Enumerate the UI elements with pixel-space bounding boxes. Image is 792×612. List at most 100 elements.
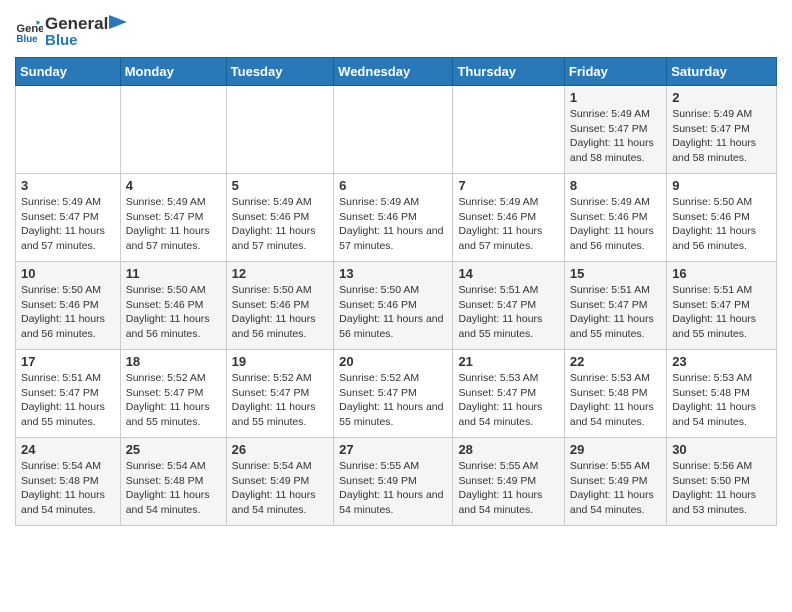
day-number: 3	[21, 178, 115, 193]
day-info: Sunrise: 5:56 AMSunset: 5:50 PMDaylight:…	[672, 459, 771, 518]
day-number: 23	[672, 354, 771, 369]
calendar-cell: 28 Sunrise: 5:55 AMSunset: 5:49 PMDayligh…	[453, 438, 564, 526]
day-info: Sunrise: 5:49 AMSunset: 5:47 PMDaylight:…	[672, 107, 771, 166]
day-number: 24	[21, 442, 115, 457]
day-info: Sunrise: 5:49 AMSunset: 5:46 PMDaylight:…	[458, 195, 558, 254]
calendar-cell: 6 Sunrise: 5:49 AMSunset: 5:46 PMDaylight…	[334, 174, 453, 262]
day-info: Sunrise: 5:53 AMSunset: 5:48 PMDaylight:…	[570, 371, 661, 430]
column-header-monday: Monday	[120, 58, 226, 86]
day-info: Sunrise: 5:54 AMSunset: 5:48 PMDaylight:…	[126, 459, 221, 518]
day-number: 2	[672, 90, 771, 105]
calendar-cell: 24 Sunrise: 5:54 AMSunset: 5:48 PMDayligh…	[16, 438, 121, 526]
calendar-cell: 3 Sunrise: 5:49 AMSunset: 5:47 PMDaylight…	[16, 174, 121, 262]
calendar-cell	[16, 86, 121, 174]
day-info: Sunrise: 5:55 AMSunset: 5:49 PMDaylight:…	[570, 459, 661, 518]
calendar-cell	[453, 86, 564, 174]
day-number: 27	[339, 442, 447, 457]
logo-general: General	[45, 14, 108, 34]
calendar-cell: 19Sunrise: 5:52 AMSunset: 5:47 PMDayligh…	[226, 350, 334, 438]
page-header: General Blue General Blue	[15, 10, 777, 49]
day-info: Sunrise: 5:55 AMSunset: 5:49 PMDaylight:…	[458, 459, 558, 518]
calendar-week-row: 17 Sunrise: 5:51 AMSunset: 5:47 PMDayligh…	[16, 350, 777, 438]
calendar-cell: 15Sunrise: 5:51 AMSunset: 5:47 PMDayligh…	[564, 262, 666, 350]
day-number: 12	[232, 266, 329, 281]
day-info: Sunrise: 5:49 AMSunset: 5:47 PMDaylight:…	[21, 195, 115, 254]
calendar-cell	[226, 86, 334, 174]
calendar-cell: 4 Sunrise: 5:49 AMSunset: 5:47 PMDaylight…	[120, 174, 226, 262]
calendar-cell: 12 Sunrise: 5:50 AMSunset: 5:46 PMDayligh…	[226, 262, 334, 350]
calendar-cell: 23 Sunrise: 5:53 AMSunset: 5:48 PMDayligh…	[667, 350, 777, 438]
day-number: 21	[458, 354, 558, 369]
day-info: Sunrise: 5:54 AMSunset: 5:49 PMDaylight:…	[232, 459, 329, 518]
day-number: 6	[339, 178, 447, 193]
day-number: 1	[570, 90, 661, 105]
day-number: 13	[339, 266, 447, 281]
day-number: 5	[232, 178, 329, 193]
day-number: 8	[570, 178, 661, 193]
day-info: Sunrise: 5:52 AMSunset: 5:47 PMDaylight:…	[339, 371, 447, 430]
calendar-cell: 26 Sunrise: 5:54 AMSunset: 5:49 PMDayligh…	[226, 438, 334, 526]
logo-icon: General Blue	[15, 18, 43, 46]
day-info: Sunrise: 5:50 AMSunset: 5:46 PMDaylight:…	[126, 283, 221, 342]
day-number: 26	[232, 442, 329, 457]
calendar-cell	[120, 86, 226, 174]
day-number: 30	[672, 442, 771, 457]
day-info: Sunrise: 5:49 AMSunset: 5:46 PMDaylight:…	[232, 195, 329, 254]
calendar-cell: 5 Sunrise: 5:49 AMSunset: 5:46 PMDaylight…	[226, 174, 334, 262]
day-number: 16	[672, 266, 771, 281]
calendar-cell	[334, 86, 453, 174]
calendar-cell: 16 Sunrise: 5:51 AMSunset: 5:47 PMDayligh…	[667, 262, 777, 350]
day-info: Sunrise: 5:49 AMSunset: 5:47 PMDaylight:…	[126, 195, 221, 254]
day-info: Sunrise: 5:51 AMSunset: 5:47 PMDaylight:…	[570, 283, 661, 342]
calendar-cell: 11 Sunrise: 5:50 AMSunset: 5:46 PMDayligh…	[120, 262, 226, 350]
day-number: 11	[126, 266, 221, 281]
column-header-thursday: Thursday	[453, 58, 564, 86]
calendar-cell: 30 Sunrise: 5:56 AMSunset: 5:50 PMDayligh…	[667, 438, 777, 526]
calendar-cell: 8Sunrise: 5:49 AMSunset: 5:46 PMDaylight…	[564, 174, 666, 262]
logo-arrow-icon	[109, 15, 127, 29]
calendar-week-row: 1 Sunrise: 5:49 AMSunset: 5:47 PMDaylight…	[16, 86, 777, 174]
day-number: 18	[126, 354, 221, 369]
calendar-cell: 9 Sunrise: 5:50 AMSunset: 5:46 PMDaylight…	[667, 174, 777, 262]
calendar-cell: 29Sunrise: 5:55 AMSunset: 5:49 PMDayligh…	[564, 438, 666, 526]
column-header-friday: Friday	[564, 58, 666, 86]
calendar-cell: 25Sunrise: 5:54 AMSunset: 5:48 PMDayligh…	[120, 438, 226, 526]
calendar-cell: 27 Sunrise: 5:55 AMSunset: 5:49 PMDayligh…	[334, 438, 453, 526]
day-number: 10	[21, 266, 115, 281]
day-number: 22	[570, 354, 661, 369]
day-info: Sunrise: 5:50 AMSunset: 5:46 PMDaylight:…	[21, 283, 115, 342]
day-info: Sunrise: 5:53 AMSunset: 5:47 PMDaylight:…	[458, 371, 558, 430]
calendar-week-row: 24 Sunrise: 5:54 AMSunset: 5:48 PMDayligh…	[16, 438, 777, 526]
day-info: Sunrise: 5:53 AMSunset: 5:48 PMDaylight:…	[672, 371, 771, 430]
day-info: Sunrise: 5:50 AMSunset: 5:46 PMDaylight:…	[232, 283, 329, 342]
day-info: Sunrise: 5:52 AMSunset: 5:47 PMDaylight:…	[126, 371, 221, 430]
day-info: Sunrise: 5:52 AMSunset: 5:47 PMDaylight:…	[232, 371, 329, 430]
calendar-cell: 21 Sunrise: 5:53 AMSunset: 5:47 PMDayligh…	[453, 350, 564, 438]
day-info: Sunrise: 5:51 AMSunset: 5:47 PMDaylight:…	[458, 283, 558, 342]
day-number: 9	[672, 178, 771, 193]
column-header-wednesday: Wednesday	[334, 58, 453, 86]
day-number: 7	[458, 178, 558, 193]
logo: General Blue General Blue	[15, 14, 128, 49]
calendar-cell: 22 Sunrise: 5:53 AMSunset: 5:48 PMDayligh…	[564, 350, 666, 438]
calendar-cell: 14Sunrise: 5:51 AMSunset: 5:47 PMDayligh…	[453, 262, 564, 350]
day-info: Sunrise: 5:54 AMSunset: 5:48 PMDaylight:…	[21, 459, 115, 518]
day-info: Sunrise: 5:49 AMSunset: 5:46 PMDaylight:…	[339, 195, 447, 254]
calendar-cell: 1Sunrise: 5:49 AMSunset: 5:47 PMDaylight…	[564, 86, 666, 174]
day-number: 20	[339, 354, 447, 369]
day-number: 28	[458, 442, 558, 457]
day-info: Sunrise: 5:55 AMSunset: 5:49 PMDaylight:…	[339, 459, 447, 518]
calendar-table: SundayMondayTuesdayWednesdayThursdayFrid…	[15, 57, 777, 526]
column-header-tuesday: Tuesday	[226, 58, 334, 86]
day-number: 17	[21, 354, 115, 369]
day-number: 4	[126, 178, 221, 193]
calendar-header-row: SundayMondayTuesdayWednesdayThursdayFrid…	[16, 58, 777, 86]
logo-blue: Blue	[45, 32, 128, 49]
calendar-cell: 17 Sunrise: 5:51 AMSunset: 5:47 PMDayligh…	[16, 350, 121, 438]
calendar-cell: 7 Sunrise: 5:49 AMSunset: 5:46 PMDaylight…	[453, 174, 564, 262]
day-info: Sunrise: 5:51 AMSunset: 5:47 PMDaylight:…	[21, 371, 115, 430]
day-info: Sunrise: 5:50 AMSunset: 5:46 PMDaylight:…	[672, 195, 771, 254]
calendar-cell: 2 Sunrise: 5:49 AMSunset: 5:47 PMDaylight…	[667, 86, 777, 174]
calendar-cell: 20 Sunrise: 5:52 AMSunset: 5:47 PMDayligh…	[334, 350, 453, 438]
day-info: Sunrise: 5:51 AMSunset: 5:47 PMDaylight:…	[672, 283, 771, 342]
